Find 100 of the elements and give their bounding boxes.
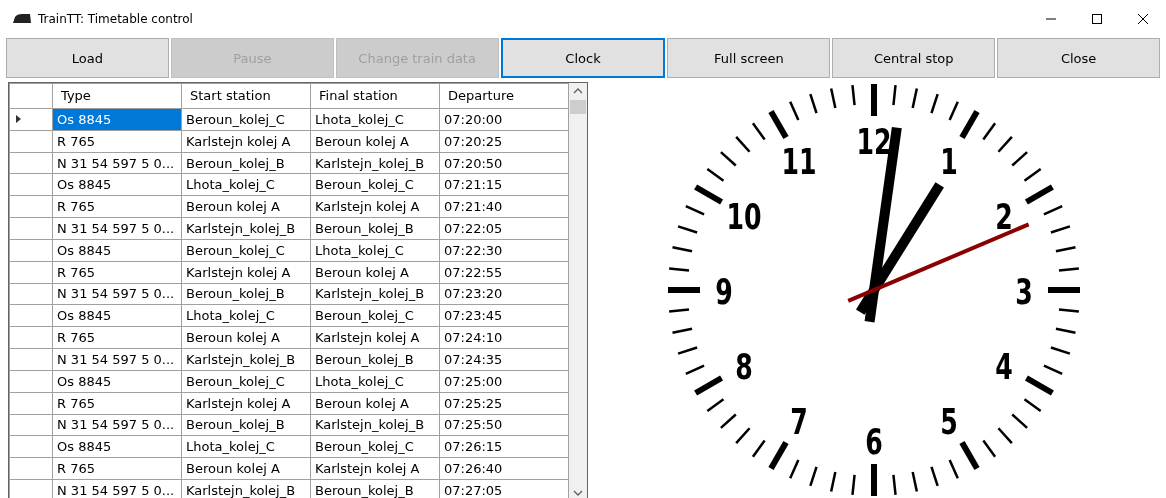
row-header[interactable] [9,108,53,131]
table-cell: Beroun kolej A [181,326,311,349]
toolbar-button[interactable]: Central stop [832,38,996,78]
row-header[interactable] [9,261,53,284]
row-header[interactable] [9,239,53,262]
toolbar-button[interactable]: Load [6,38,169,78]
clock-numeral: 2 [995,195,1013,238]
table-cell: Beroun_kolej_B [310,348,440,371]
table-cell: Beroun kolej A [310,261,440,284]
column-header[interactable]: Type [52,83,182,109]
table-cell: Beroun_kolej_B [181,152,311,174]
table-cell: Karlstejn kolej A [181,130,311,153]
corner-header [9,83,53,109]
table-cell: 07:24:35 [439,348,569,371]
row-header[interactable] [9,370,53,393]
current-row-icon [16,115,22,124]
table-cell: Karlstejn kolej A [181,261,311,284]
clock-numeral: 12 [856,120,892,163]
table-cell: Lhota_kolej_C [181,435,311,458]
table-cell: N 31 54 597 5 0... [52,283,182,305]
table-cell: Beroun kolej A [181,457,311,480]
clock-numeral: 7 [790,400,808,442]
table-cell: 07:20:25 [439,130,569,153]
scrollbar[interactable] [569,83,587,498]
clock-numeral: 4 [995,345,1013,388]
table-cell: Beroun_kolej_B [181,414,311,436]
table-cell: N 31 54 597 5 0... [52,414,182,436]
toolbar-button[interactable]: Full screen [667,38,831,78]
table-cell: 07:20:50 [439,152,569,174]
row-header[interactable] [9,414,53,436]
table-cell: Karlstejn kolej A [310,457,440,480]
row-header[interactable] [9,152,53,174]
table-cell: R 765 [52,392,182,415]
table-cell: 07:22:30 [439,239,569,262]
table-cell: 07:25:50 [439,414,569,436]
table-cell: Karlstejn_kolej_B [181,217,311,240]
row-header[interactable] [9,348,53,371]
table-cell: Karlstejn_kolej_B [310,152,440,174]
table-cell: Karlstejn kolej A [310,195,440,218]
clock-numeral: 8 [735,345,753,388]
table-cell: Lhota_kolej_C [181,304,311,327]
table-cell: Karlstejn_kolej_B [310,414,440,436]
table-cell: Karlstejn_kolej_B [181,348,311,371]
table-cell: Karlstejn kolej A [310,326,440,349]
row-header[interactable] [9,435,53,458]
table-cell: 07:26:40 [439,457,569,480]
table-cell: R 765 [52,326,182,349]
row-header[interactable] [9,304,53,327]
clock-numeral: 3 [1015,270,1033,313]
table-cell: Lhota_kolej_C [310,239,440,262]
table-cell: 07:25:00 [439,370,569,393]
clock-numeral: 6 [865,420,883,463]
column-header[interactable]: Final station [310,83,440,109]
table-cell: Karlstejn_kolej_B [310,283,440,305]
clock-numeral: 10 [726,195,762,238]
row-header[interactable] [9,217,53,240]
toolbar-button[interactable]: Clock [500,38,666,78]
table-cell: R 765 [52,195,182,218]
column-header[interactable]: Start station [181,83,311,109]
table-cell: Os 8845 [52,370,182,393]
table-cell: 07:26:15 [439,435,569,458]
row-header[interactable] [9,173,53,196]
table-cell: Beroun kolej A [181,195,311,218]
table-cell: Beroun kolej A [310,130,440,153]
row-header[interactable] [9,283,53,305]
clock-numeral: 9 [715,270,733,313]
table-cell: Beroun_kolej_C [181,108,311,131]
table-cell: Beroun_kolej_C [310,304,440,327]
table-cell: 07:20:00 [439,108,569,131]
table-cell: Os 8845 [52,173,182,196]
table-cell: Lhota_kolej_C [181,173,311,196]
column-header[interactable]: Departure [439,83,569,109]
table-cell: N 31 54 597 5 0... [52,152,182,174]
row-header[interactable] [9,130,53,153]
table-cell: 07:23:20 [439,283,569,305]
table-cell: Beroun_kolej_B [181,283,311,305]
table-cell: Karlstejn kolej A [181,392,311,415]
table-cell: Lhota_kolej_C [310,108,440,131]
table-cell: 07:22:55 [439,261,569,284]
table-cell: R 765 [52,261,182,284]
row-header[interactable] [9,392,53,415]
scroll-thumb[interactable] [570,100,586,114]
row-header[interactable] [9,457,53,480]
toolbar-button[interactable]: Close [997,38,1160,78]
clock-numeral: 1 [940,140,958,183]
table-cell: R 765 [52,130,182,153]
table-cell: N 31 54 597 5 0... [52,348,182,371]
table-cell: Beroun_kolej_C [310,173,440,196]
clock-numeral: 5 [940,400,958,442]
maximize-icon [1092,14,1102,24]
table-cell: Os 8845 [52,435,182,458]
row-header[interactable] [9,195,53,218]
table-cell: 07:21:15 [439,173,569,196]
table-cell: 07:21:40 [439,195,569,218]
table-cell: N 31 54 597 5 0... [52,217,182,240]
table-cell: Beroun_kolej_B [310,217,440,240]
window-title: TrainTT: Timetable control [38,12,193,26]
row-header[interactable] [9,326,53,349]
row-header[interactable] [9,479,53,498]
table-cell: Beroun kolej A [310,392,440,415]
